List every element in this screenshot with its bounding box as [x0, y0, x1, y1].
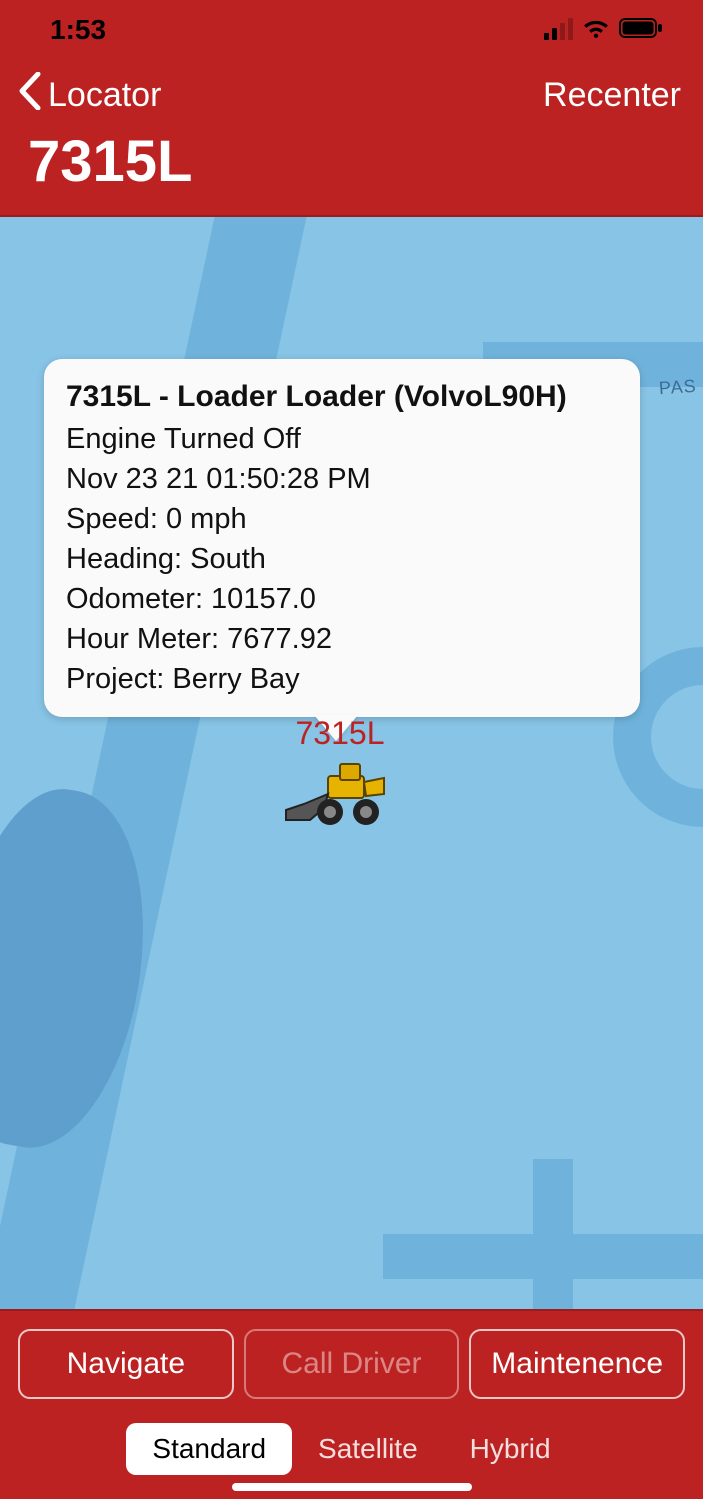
- back-button[interactable]: Locator: [18, 72, 161, 118]
- action-row: NavigateCall DriverMaintenence: [18, 1329, 685, 1399]
- map-mode-hybrid[interactable]: Hybrid: [444, 1423, 577, 1475]
- asset-marker[interactable]: 7315L: [280, 715, 400, 833]
- map-mode-segmented[interactable]: StandardSatelliteHybrid: [126, 1421, 576, 1477]
- call-driver-button: Call Driver: [244, 1329, 460, 1399]
- map-road: [533, 1159, 573, 1309]
- callout-odometer: Odometer: 10157.0: [66, 579, 618, 619]
- status-time: 1:53: [50, 14, 106, 46]
- map-road-label: PAS: [659, 376, 698, 400]
- map-mode-satellite[interactable]: Satellite: [292, 1423, 444, 1475]
- cellular-icon: [544, 20, 573, 40]
- navigate-button[interactable]: Navigate: [18, 1329, 234, 1399]
- chevron-left-icon: [18, 72, 42, 118]
- asset-callout[interactable]: 7315L - Loader Loader (VolvoL90H) Engine…: [44, 359, 640, 717]
- back-label: Locator: [48, 76, 161, 115]
- callout-heading: Heading: South: [66, 539, 618, 579]
- nav-header: Locator Recenter: [0, 60, 703, 124]
- battery-icon: [619, 14, 663, 46]
- wifi-icon: [581, 14, 611, 46]
- status-icons: [544, 14, 663, 46]
- callout-timestamp: Nov 23 21 01:50:28 PM: [66, 459, 618, 499]
- bottom-bar: NavigateCall DriverMaintenence StandardS…: [0, 1311, 703, 1499]
- callout-project: Project: Berry Bay: [66, 659, 618, 699]
- home-indicator[interactable]: [232, 1483, 472, 1491]
- callout-speed: Speed: 0 mph: [66, 499, 618, 539]
- maintenence-button[interactable]: Maintenence: [469, 1329, 685, 1399]
- status-bar: 1:53: [0, 0, 703, 60]
- callout-engine: Engine Turned Off: [66, 419, 618, 459]
- callout-hour-meter: Hour Meter: 7677.92: [66, 619, 618, 659]
- callout-title: 7315L - Loader Loader (VolvoL90H): [66, 377, 618, 417]
- recenter-button[interactable]: Recenter: [543, 76, 681, 115]
- map-view[interactable]: PAS 7315L - Loader Loader (VolvoL90H) En…: [0, 215, 703, 1311]
- loader-icon: [280, 758, 400, 833]
- marker-label: 7315L: [296, 715, 385, 752]
- map-mode-standard[interactable]: Standard: [126, 1423, 292, 1475]
- page-title: 7315L: [0, 124, 703, 215]
